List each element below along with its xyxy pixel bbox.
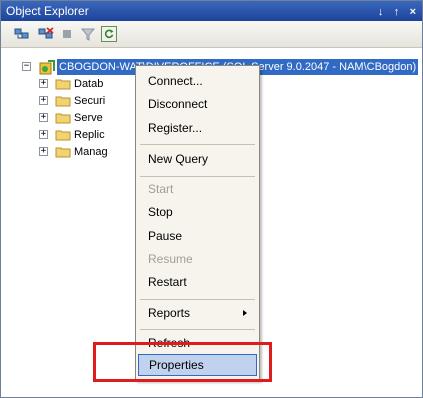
folder-icon — [55, 79, 71, 90]
title-bar[interactable]: Object Explorer ↓ ↑ × — [1, 1, 422, 21]
context-menu: Connect... Disconnect Register... New Qu… — [135, 65, 260, 381]
folder-icon — [55, 147, 71, 158]
menu-item-connect[interactable]: Connect... — [138, 70, 257, 92]
folder-icon — [55, 130, 71, 141]
filter-icon[interactable] — [80, 27, 96, 41]
refresh-icon[interactable] — [101, 26, 117, 42]
tree-node-management[interactable]: + Manag — [1, 144, 141, 160]
menu-separator — [140, 176, 255, 177]
menu-item-resume: Resume — [148, 252, 193, 266]
expand-icon[interactable]: + — [39, 147, 48, 156]
folder-icon — [55, 113, 71, 124]
menu-item-start: Start — [148, 182, 174, 196]
annotation-highlight-box — [93, 342, 272, 382]
object-explorer-window: Object Explorer ↓ ↑ × − Server 9.0.2047 … — [0, 0, 423, 398]
autohide-icon[interactable]: ↑ — [394, 2, 400, 22]
pin-icon[interactable]: ↓ — [378, 2, 384, 22]
menu-separator — [140, 329, 255, 330]
collapse-icon[interactable]: − — [22, 62, 31, 71]
menu-separator — [140, 144, 255, 145]
server-icon — [39, 60, 55, 75]
tree-label[interactable]: Replic — [74, 127, 105, 143]
menu-separator — [140, 299, 255, 300]
menu-item-stop[interactable]: Stop — [138, 201, 257, 223]
menu-item-new-query[interactable]: New Query — [138, 148, 257, 170]
expand-icon[interactable]: + — [39, 113, 48, 122]
tree-node-security[interactable]: + Securi — [1, 93, 141, 109]
tree-label[interactable]: Securi — [74, 93, 105, 109]
tree-label[interactable]: Datab — [74, 76, 103, 92]
tree-label[interactable]: Serve — [74, 110, 103, 126]
expand-icon[interactable]: + — [39, 79, 48, 88]
close-icon[interactable]: × — [410, 2, 416, 22]
connect-icon[interactable] — [14, 27, 30, 41]
tree-label[interactable]: Manag — [74, 144, 108, 160]
menu-item-disconnect[interactable]: Disconnect — [138, 93, 257, 115]
expand-icon[interactable]: + — [39, 96, 48, 105]
menu-item-pause[interactable]: Pause — [138, 225, 257, 247]
window-title: Object Explorer — [6, 4, 89, 18]
expand-icon[interactable]: + — [39, 130, 48, 139]
tree-node-server-objects[interactable]: + Serve — [1, 110, 141, 126]
toolbar — [1, 21, 422, 48]
disconnect-icon[interactable] — [38, 27, 54, 41]
tree-node-databases[interactable]: + Datab — [1, 76, 141, 92]
tree-node-replication[interactable]: + Replic — [1, 127, 141, 143]
stop-icon[interactable] — [63, 30, 71, 38]
menu-item-register[interactable]: Register... — [138, 117, 257, 139]
menu-item-reports[interactable]: Reports — [138, 302, 257, 324]
submenu-arrow-icon — [243, 310, 247, 316]
menu-item-reports-label: Reports — [148, 306, 191, 320]
menu-item-restart[interactable]: Restart — [138, 271, 257, 293]
folder-icon — [55, 96, 71, 107]
